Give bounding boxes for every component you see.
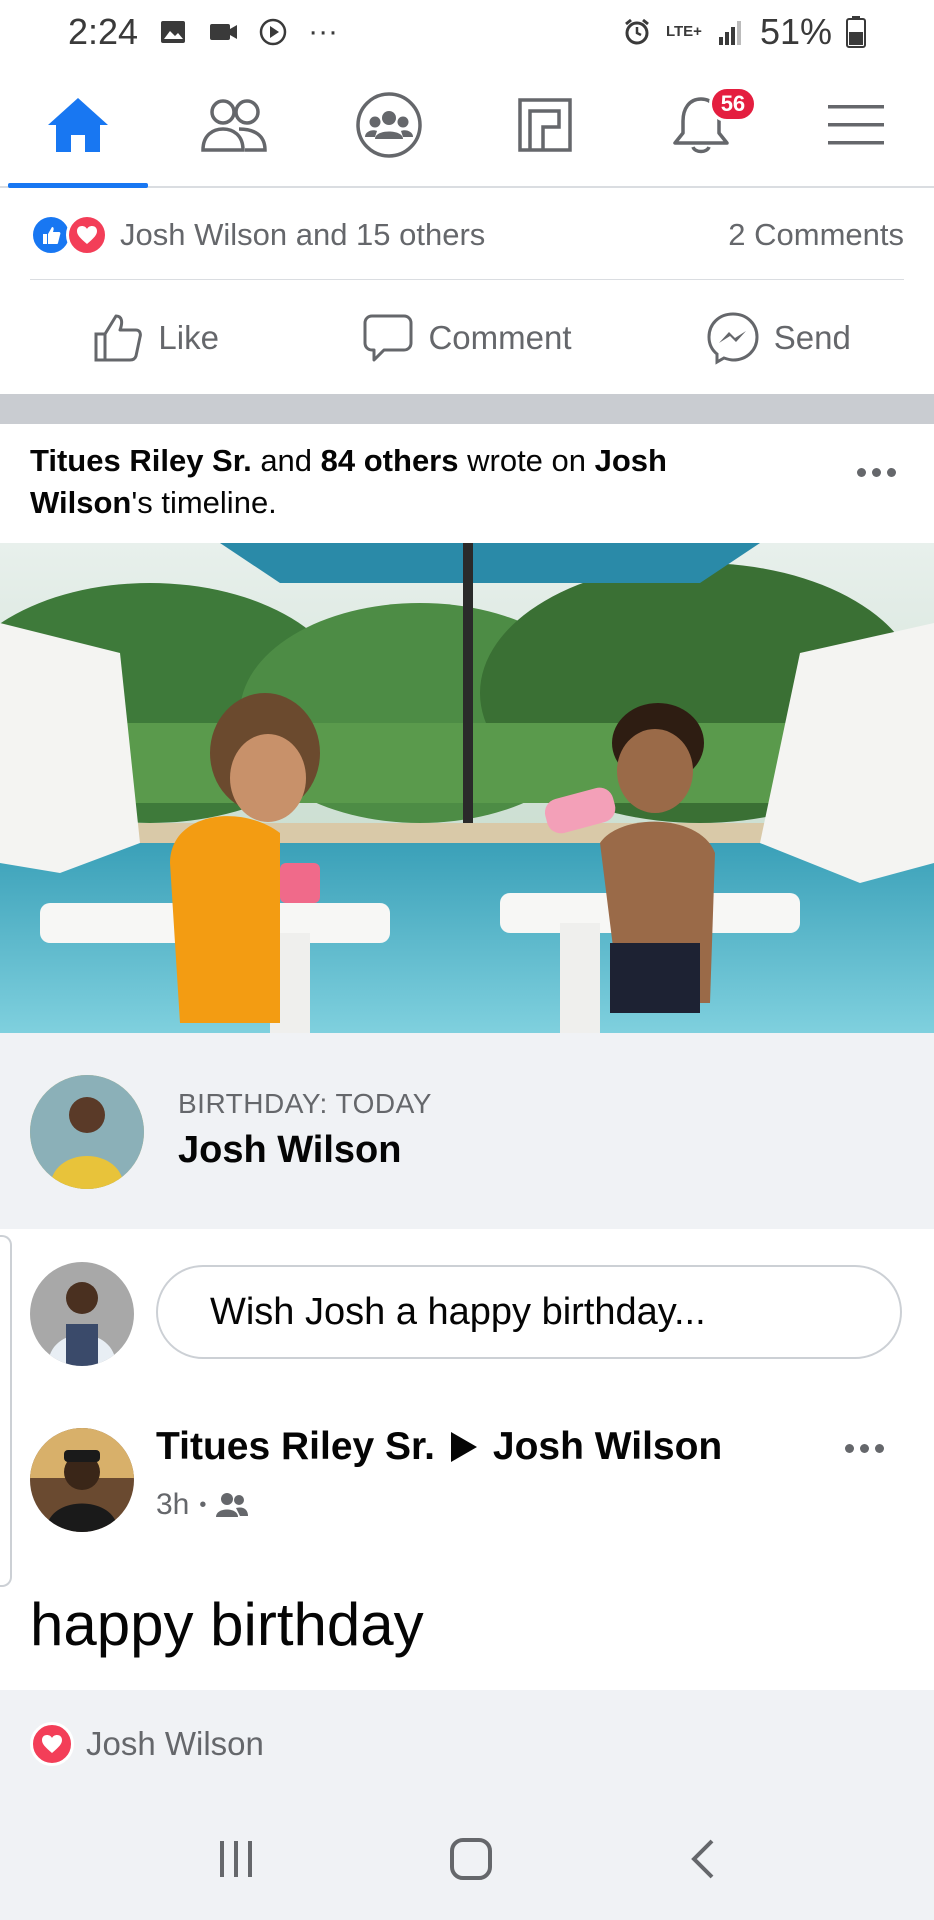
battery-percent: 51%: [759, 11, 832, 52]
more-dot: [886, 467, 896, 477]
tab-home[interactable]: [0, 64, 156, 188]
more-dots-icon: [844, 1443, 854, 1453]
current-user-avatar: [30, 1262, 134, 1366]
wish-placeholder: Wish Josh a happy birthday...: [210, 1290, 706, 1333]
reactions-summary: Josh Wilson and 15 others 2 Comments: [30, 190, 904, 280]
post-time[interactable]: 3h: [156, 1488, 189, 1522]
friends-icon: [200, 99, 267, 152]
tab-pages[interactable]: [467, 64, 623, 186]
post2-reactions[interactable]: Josh Wilson: [0, 1690, 934, 1798]
play-icon: [259, 18, 287, 46]
battery-icon: [846, 16, 866, 48]
network-type: LTE+: [665, 23, 702, 40]
meta-separator: •: [199, 1493, 207, 1516]
top-navigation: 56: [0, 64, 934, 188]
timeline-owner-last[interactable]: Wilson: [30, 485, 131, 520]
send-label: Send: [773, 319, 851, 356]
avatar-image: [30, 1262, 134, 1366]
tab-groups[interactable]: [311, 64, 467, 186]
friends-audience-icon: [216, 1493, 249, 1517]
recent-apps-icon[interactable]: [214, 1837, 258, 1881]
like-button[interactable]: Like: [0, 312, 311, 364]
avatar-image: [30, 1075, 144, 1189]
pages-icon: [518, 98, 572, 152]
reactions-text[interactable]: Josh Wilson and 15 others: [120, 217, 485, 253]
tab-menu[interactable]: [778, 64, 934, 186]
more-notifications-icon: ···: [308, 15, 339, 48]
header-text-suffix: 's timeline.: [131, 485, 277, 520]
author-name[interactable]: Titues Riley Sr.: [30, 443, 252, 478]
love-reaction-icon: [66, 213, 108, 256]
birthday-wish-input[interactable]: Wish Josh a happy birthday...: [156, 1265, 902, 1359]
signal-icon: [718, 21, 741, 45]
comment-label: Comment: [428, 319, 572, 356]
post-meta: 3h •: [156, 1488, 249, 1522]
post-options-button[interactable]: [846, 452, 906, 492]
birthday-person-name[interactable]: Josh Wilson: [178, 1129, 401, 1172]
more-dot: [874, 1443, 884, 1453]
post-author-name[interactable]: Titues Riley Sr.: [156, 1425, 435, 1469]
status-bar: 2:24 ··· LTE+ 51%: [0, 0, 934, 64]
home-button-icon[interactable]: [447, 1835, 495, 1883]
back-icon[interactable]: [684, 1837, 720, 1881]
comment-icon: [363, 314, 413, 362]
like-label: Like: [158, 319, 219, 356]
status-time: 2:24: [68, 11, 139, 52]
thread-edge: [0, 1235, 12, 1587]
gallery-icon: [161, 21, 186, 43]
timeline-owner-first[interactable]: Josh: [595, 443, 667, 478]
birthday-photo[interactable]: [0, 543, 934, 1033]
post-body-text: happy birthday: [30, 1591, 424, 1658]
comments-count[interactable]: 2 Comments: [728, 217, 904, 253]
love-reaction-icon: [30, 1722, 74, 1766]
post-author-line: Titues Riley Sr. Josh Wilson: [156, 1425, 722, 1469]
thumbs-up-icon: [94, 314, 143, 362]
more-dot: [859, 1443, 869, 1453]
video-chat-icon: [210, 24, 238, 40]
reactor-name: Josh Wilson: [86, 1725, 264, 1762]
avatar-image: [30, 1428, 134, 1532]
post-actions: Like Comment Send: [0, 282, 934, 394]
post-author-avatar[interactable]: [30, 1428, 134, 1532]
tab-friends[interactable]: [156, 64, 312, 186]
birthday-post-header: Titues Riley Sr. and 84 others wrote on …: [30, 440, 710, 524]
hamburger-menu-icon: [828, 105, 885, 145]
home-icon: [47, 98, 108, 152]
more-dots-icon: [856, 467, 866, 477]
post-target-name[interactable]: Josh Wilson: [493, 1425, 722, 1469]
header-text-wrote: wrote on: [458, 443, 595, 478]
birthday-card[interactable]: BIRTHDAY: TODAY Josh Wilson: [0, 1033, 934, 1229]
feed-divider: [0, 394, 934, 424]
groups-icon: [356, 92, 422, 158]
comment-button[interactable]: Comment: [311, 313, 622, 363]
send-button[interactable]: Send: [623, 311, 934, 365]
birthday-label: BIRTHDAY: TODAY: [178, 1088, 432, 1119]
notification-count-badge: 56: [708, 86, 758, 122]
reaction-icons: [30, 213, 108, 256]
birthday-person-avatar[interactable]: [30, 1075, 144, 1189]
alarm-icon: [625, 18, 649, 45]
photo-illustration: [0, 543, 934, 1033]
system-navigation-bar: [0, 1798, 934, 1920]
header-text-and: and: [251, 443, 321, 478]
messenger-icon: [707, 312, 759, 365]
tab-notifications[interactable]: 56: [623, 64, 779, 186]
others-count[interactable]: 84 others: [321, 443, 459, 478]
arrow-right-icon: [450, 1432, 477, 1462]
more-dot: [871, 467, 881, 477]
post2-options-button[interactable]: [834, 1428, 894, 1468]
